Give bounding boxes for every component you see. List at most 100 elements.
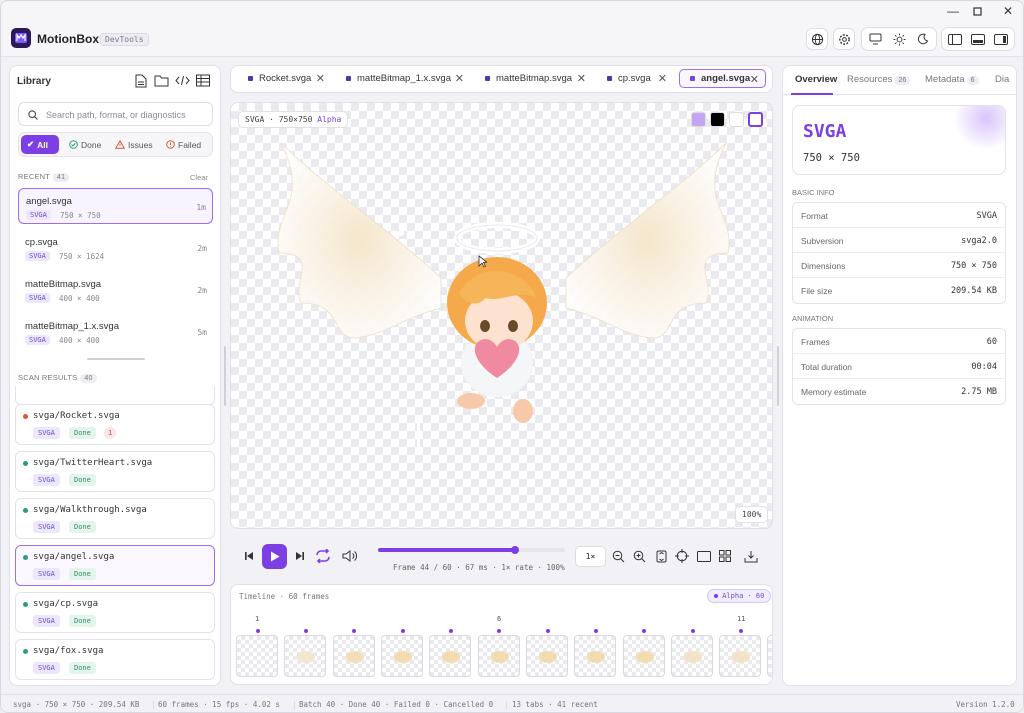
frame-thumbnail[interactable] [381, 635, 423, 677]
recent-item[interactable]: cp.svga SVGA 750 × 1624 2m [18, 230, 213, 266]
warning-icon [115, 140, 125, 149]
zoom-in-icon[interactable] [632, 549, 646, 563]
skip-start-icon[interactable] [242, 549, 256, 563]
frame-marker: 1 [255, 615, 260, 623]
frame-thumbnail[interactable] [719, 635, 761, 677]
close-tab-icon[interactable]: ✕ [658, 72, 667, 85]
frame-dot [546, 629, 550, 633]
crosshair-icon[interactable] [674, 548, 690, 564]
frame-thumbnail[interactable] [526, 635, 568, 677]
left-resize-handle[interactable] [224, 346, 226, 406]
scan-item[interactable]: svga/angel.svga SVGA Done [15, 545, 215, 586]
progress-handle[interactable] [511, 546, 520, 554]
speed-select[interactable]: 1× [575, 546, 606, 567]
alpha-badge: Alpha · 60 [707, 589, 772, 603]
player-controls: Frame 44 / 60 · 67 ms · 1× rate · 100% 1… [230, 536, 773, 576]
splitter-handle[interactable] [87, 358, 145, 360]
filter-done[interactable]: Done [63, 135, 107, 154]
recent-item[interactable]: matteBitmap_1.x.svga SVGA 400 × 400 5m [18, 314, 213, 350]
filter-issues[interactable]: Issues [109, 135, 159, 154]
close-tab-icon[interactable]: ✕ [316, 72, 325, 85]
tab-overview[interactable]: Overview [795, 74, 837, 85]
scan-item[interactable]: svga/TwitterHeart.svga SVGA Done [15, 451, 215, 492]
info-row: Memory estimate 2.75 MB [801, 387, 997, 397]
right-resize-handle[interactable] [777, 346, 779, 406]
sun-icon[interactable] [889, 30, 909, 48]
tab-diagnostics[interactable]: Dia [995, 74, 1009, 85]
mouse-cursor-icon [478, 255, 487, 268]
close-tab-icon[interactable]: ✕ [750, 73, 759, 86]
close-window-icon[interactable]: ✕ [998, 3, 1018, 19]
scan-item[interactable]: svga/cp.svga SVGA Done [15, 592, 215, 633]
search-input[interactable]: Search path, format, or diagnostics [18, 102, 213, 126]
tab-rocket[interactable]: Rocket.svga ✕ [238, 69, 331, 88]
recent-item[interactable]: angel.svga SVGA 750 × 750 1m [18, 188, 213, 224]
file-icon[interactable] [135, 74, 149, 88]
table-icon[interactable] [196, 74, 210, 88]
scan-results-list[interactable]: svga/Rocket.svga SVGA Done 1 svga/Twitte… [15, 386, 215, 686]
frame-thumbnail[interactable] [236, 635, 278, 677]
status-dot [23, 461, 28, 466]
frame-dot [497, 629, 501, 633]
scan-item[interactable]: svga/Walkthrough.svga SVGA Done [15, 498, 215, 539]
code-icon[interactable] [175, 74, 190, 88]
fit-icon[interactable] [654, 549, 668, 563]
frame-thumbnail[interactable] [333, 635, 375, 677]
zoom-level: 100% [735, 506, 769, 523]
play-button[interactable] [262, 544, 287, 569]
frame-thumbnail[interactable] [284, 635, 326, 677]
tab-cp[interactable]: cp.svga ✕ [597, 69, 673, 88]
volume-icon[interactable] [341, 547, 359, 565]
error-circle-icon [166, 140, 175, 149]
frame-thumbnail[interactable] [671, 635, 713, 677]
globe-icon[interactable] [806, 28, 828, 50]
scan-item-partial[interactable] [15, 386, 215, 405]
filter-all[interactable]: ✔ All [21, 135, 59, 154]
tab-angel[interactable]: angel.svga ✕ [679, 69, 766, 88]
frame-dot [256, 629, 260, 633]
minimize-icon[interactable]: — [943, 3, 963, 19]
clear-recent-button[interactable]: Clear [190, 173, 208, 182]
frame-thumbnail[interactable] [623, 635, 665, 677]
bg-swatch-custom[interactable] [748, 112, 763, 127]
recent-item[interactable]: matteBitmap.svga SVGA 400 × 400 2m [18, 272, 213, 308]
close-tab-icon[interactable]: ✕ [577, 72, 586, 85]
maximize-icon[interactable] [967, 3, 987, 19]
monitor-icon[interactable] [865, 30, 885, 48]
skip-end-icon[interactable] [293, 549, 307, 563]
bottom-panel-icon[interactable] [968, 30, 988, 48]
gear-icon[interactable] [833, 28, 855, 50]
progress-track[interactable] [378, 546, 565, 554]
filter-failed[interactable]: Failed [160, 135, 207, 154]
export-icon[interactable] [743, 548, 759, 564]
preview-canvas[interactable] [230, 102, 773, 529]
tab-metadata[interactable]: Metadata 6 [925, 74, 979, 85]
grid-icon[interactable] [718, 549, 732, 563]
frame-rect-icon[interactable] [696, 549, 712, 563]
tab-mattebitmap[interactable]: matteBitmap.svga ✕ [475, 69, 592, 88]
search-placeholder: Search path, format, or diagnostics [46, 110, 186, 120]
right-panel-icon[interactable] [991, 30, 1011, 48]
close-tab-icon[interactable]: ✕ [455, 72, 464, 85]
left-panel-icon[interactable] [945, 30, 965, 48]
frame-thumbnail[interactable] [767, 635, 772, 677]
scan-item[interactable]: svga/fox.svga SVGA Done [15, 639, 215, 680]
frame-thumbnail[interactable] [478, 635, 520, 677]
status-bar: svga · 750 × 750 · 209.54 KB | 60 frames… [1, 694, 1023, 712]
tab-mattebitmap-1x[interactable]: matteBitmap_1.x.svga ✕ [336, 69, 470, 88]
frame-thumbnail[interactable] [574, 635, 616, 677]
scan-item[interactable]: svga/Rocket.svga SVGA Done 1 [15, 404, 215, 445]
tab-resources[interactable]: Resources 26 [847, 74, 911, 85]
app-name: MotionBox [37, 32, 99, 46]
status-tabs: 13 tabs · 41 recent [512, 700, 598, 709]
bg-swatch-black[interactable] [710, 112, 725, 127]
frame-thumbnail[interactable] [429, 635, 471, 677]
frame-dot [691, 629, 695, 633]
moon-icon[interactable] [913, 30, 933, 48]
loop-icon[interactable] [314, 547, 332, 565]
bg-swatch-white[interactable] [729, 112, 744, 127]
zoom-out-icon[interactable] [611, 549, 625, 563]
folder-icon[interactable] [154, 74, 169, 88]
status-dot [23, 414, 28, 419]
bg-swatch-checker[interactable] [691, 112, 706, 127]
